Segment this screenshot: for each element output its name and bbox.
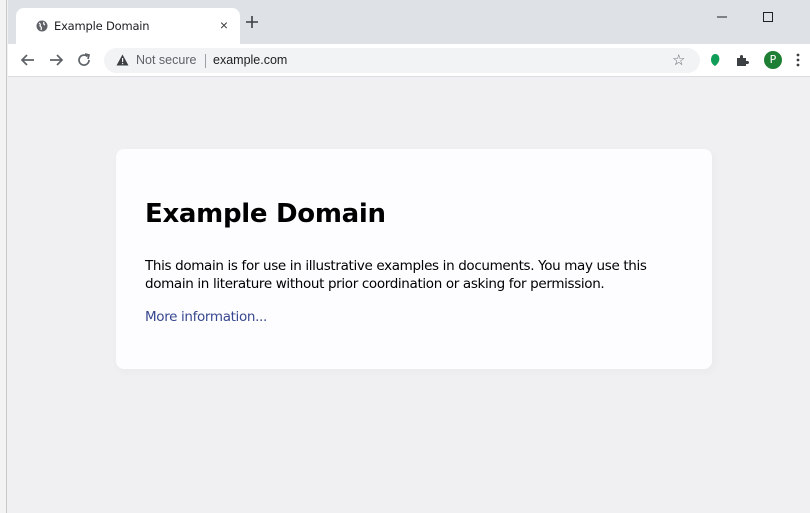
page-description: This domain is for use in illustrative e… <box>145 258 647 292</box>
back-arrow-icon[interactable] <box>20 52 36 68</box>
new-tab-plus-icon[interactable] <box>244 14 260 30</box>
window-border <box>0 0 7 513</box>
forward-arrow-icon[interactable] <box>48 52 64 68</box>
address-bar[interactable]: Not secure example.com ☆ <box>104 48 700 73</box>
tab-title: Example Domain <box>54 19 150 33</box>
browser-window: Example Domain × Not secure example.com … <box>0 0 810 513</box>
extension-leaf-icon[interactable] <box>708 53 722 67</box>
minimize-icon[interactable] <box>711 6 757 28</box>
tab-close-icon[interactable]: × <box>216 17 232 33</box>
page-heading: Example Domain <box>145 199 386 229</box>
warning-triangle-icon[interactable] <box>116 54 129 66</box>
browser-toolbar: Not secure example.com ☆ P <box>8 44 810 77</box>
extensions-puzzle-icon[interactable] <box>735 53 749 67</box>
reload-icon[interactable] <box>76 52 92 68</box>
globe-icon <box>36 20 48 32</box>
url-text[interactable]: example.com <box>213 53 287 67</box>
content-card: Example Domain This domain is for use in… <box>116 149 712 369</box>
address-separator <box>205 54 206 68</box>
menu-kebab-icon[interactable] <box>795 52 801 68</box>
profile-avatar[interactable]: P <box>764 51 782 69</box>
window-close-icon[interactable] <box>795 6 810 28</box>
bookmark-star-icon[interactable]: ☆ <box>672 51 685 69</box>
page-viewport: Example Domain This domain is for use in… <box>8 77 810 513</box>
not-secure-label[interactable]: Not secure <box>136 53 196 67</box>
more-information-link[interactable]: More information... <box>145 309 267 325</box>
tab-strip: Example Domain × <box>8 0 810 44</box>
tab-example-domain[interactable]: Example Domain × <box>16 8 240 44</box>
